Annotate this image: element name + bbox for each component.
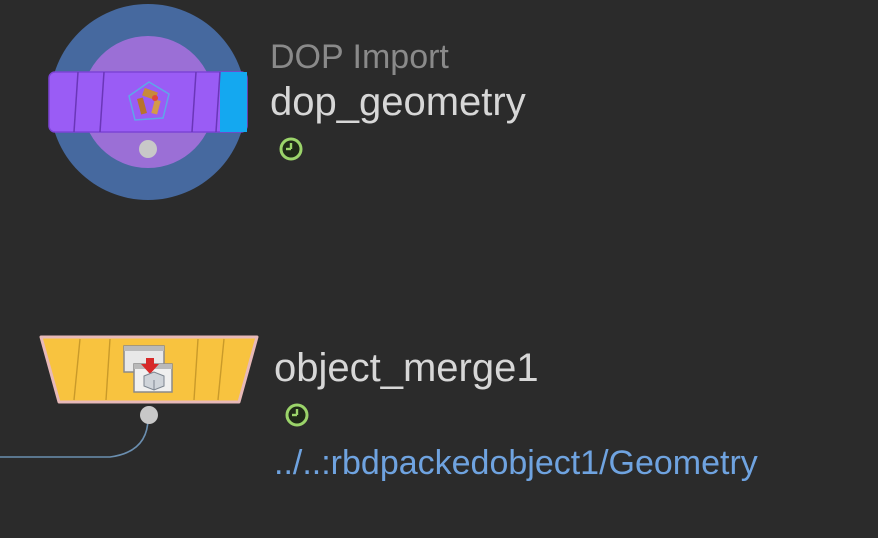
output-connector[interactable]: [140, 406, 158, 424]
node-type-label: DOP Import: [270, 38, 449, 76]
object-merge-node[interactable]: [38, 334, 260, 406]
object-path-link[interactable]: ../..:rbdpackedobject1/Geometry: [274, 444, 758, 483]
dop-import-node[interactable]: [48, 2, 250, 204]
dop-import-icon: [128, 81, 170, 121]
network-editor-canvas[interactable]: DOP Import dop_geometry object_merge1 ..…: [0, 0, 878, 538]
object-merge-icon: [123, 345, 173, 393]
time-dependent-clock-icon: [279, 137, 303, 161]
node-name-label[interactable]: object_merge1: [274, 346, 539, 391]
node-name-label[interactable]: dop_geometry: [270, 80, 526, 125]
time-dependent-clock-icon: [285, 403, 309, 427]
